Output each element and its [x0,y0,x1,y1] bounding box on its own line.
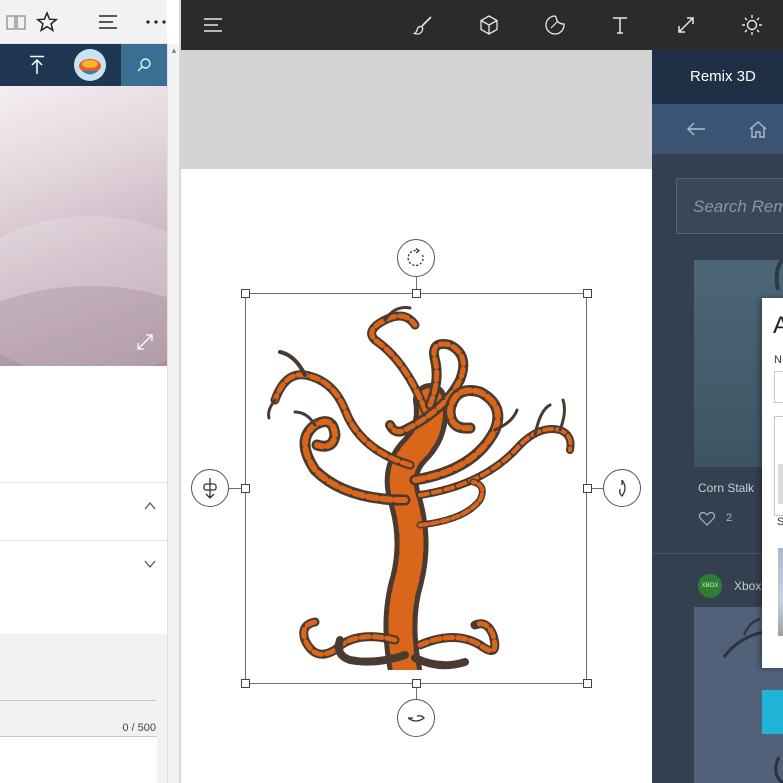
dialog-section-label: S [777,516,783,528]
remix3d-title: Remix 3D [690,68,756,85]
heart-icon [698,511,716,526]
back-arrow-icon [687,122,705,136]
browser-scrollbar[interactable]: ▲ [167,44,179,783]
cube-icon [480,15,498,35]
hub-icon [99,15,117,29]
comment-input[interactable] [0,736,157,783]
accordion-section-2[interactable] [0,540,167,598]
more-button[interactable] [142,8,167,36]
chevron-up-icon [144,501,156,510]
site-header [0,44,167,86]
char-counter: 0 / 500 [122,722,156,734]
rotate-x-icon [407,715,425,722]
like-button[interactable] [698,510,716,528]
push-depth-icon [203,478,217,499]
hub-button[interactable] [94,8,122,36]
model-name[interactable]: Corn Stalk [698,481,754,495]
reading-view-button[interactable] [2,8,30,36]
fullscreen-button[interactable] [135,332,155,352]
canvas-tool[interactable] [672,11,700,39]
remix3d-header: Remix 3D [652,50,783,104]
dialog-action-button[interactable] [762,690,783,734]
rotate-y-button[interactable] [603,469,641,507]
remix-search-input[interactable]: Search Remix 3D [676,178,783,234]
book-icon [6,15,26,30]
hero-image [0,86,167,366]
back-button[interactable] [685,118,707,140]
resize-canvas-icon [678,17,694,33]
scroll-up-icon[interactable]: ▲ [170,46,178,55]
input-underline [0,700,157,701]
search-button[interactable] [121,44,167,86]
resize-handle-bottom-left[interactable] [241,679,250,688]
brush-icon [412,16,432,35]
author-name[interactable]: Xbox [734,579,761,593]
upload-icon [30,55,44,74]
text-t-icon [613,17,627,34]
star-icon [36,11,58,32]
search-placeholder: Search Remix 3D [693,197,783,216]
browser-pane: 0 / 500 [0,0,167,783]
accordion-section-1[interactable] [0,482,167,540]
sun-icon [742,15,762,35]
3d-shapes-tool[interactable] [475,11,503,39]
resize-handle-top[interactable] [412,289,421,298]
home-button[interactable] [747,118,769,140]
depth-push-button[interactable] [191,469,229,507]
upload-button[interactable] [24,44,50,86]
resize-handle-bottom[interactable] [412,679,421,688]
ellipsis-icon [146,20,166,24]
text-tool[interactable] [606,11,634,39]
favorites-button[interactable] [33,8,61,36]
author-avatar[interactable]: XBOX [698,574,722,598]
resize-handle-top-left[interactable] [241,289,250,298]
hamburger-menu-icon [204,18,222,32]
rotate-y-icon [619,479,626,497]
home-icon [749,121,767,138]
remix3d-nav-bar [652,104,783,154]
chevron-down-icon [144,560,156,569]
like-count: 2 [726,512,733,524]
effects-tool[interactable] [738,11,766,39]
avatar [74,49,106,81]
resize-handle-right[interactable] [583,484,592,493]
dialog-thumbnail[interactable] [778,548,783,636]
resize-handle-top-right[interactable] [583,289,592,298]
rotate-z-button[interactable] [397,239,435,277]
selection-box [245,293,587,684]
expand-icon [137,334,153,350]
search-icon [137,58,151,72]
paint3d-toolbar [181,0,783,50]
screen: 0 / 500 ▲ Remix 3D Search Re Corn Stalk … [0,0,783,783]
browser-toolbar [0,0,167,44]
dialog-preview-image [778,464,783,504]
xbox-logo-text: XBOX [701,583,719,589]
dialog-field-label: N [774,354,782,366]
sticker-icon [545,15,565,35]
dialog-title: A [773,312,783,339]
dialog-name-input[interactable] [774,371,783,403]
upload-dialog: A N S [762,298,783,668]
menu-button[interactable] [199,11,227,39]
profile-avatar[interactable] [73,44,107,86]
rotate-x-button[interactable] [397,699,435,737]
resize-handle-bottom-right[interactable] [583,679,592,688]
brushes-tool[interactable] [409,11,437,39]
resize-handle-left[interactable] [241,484,250,493]
stickers-tool[interactable] [541,11,569,39]
rotate-icon [407,247,424,267]
